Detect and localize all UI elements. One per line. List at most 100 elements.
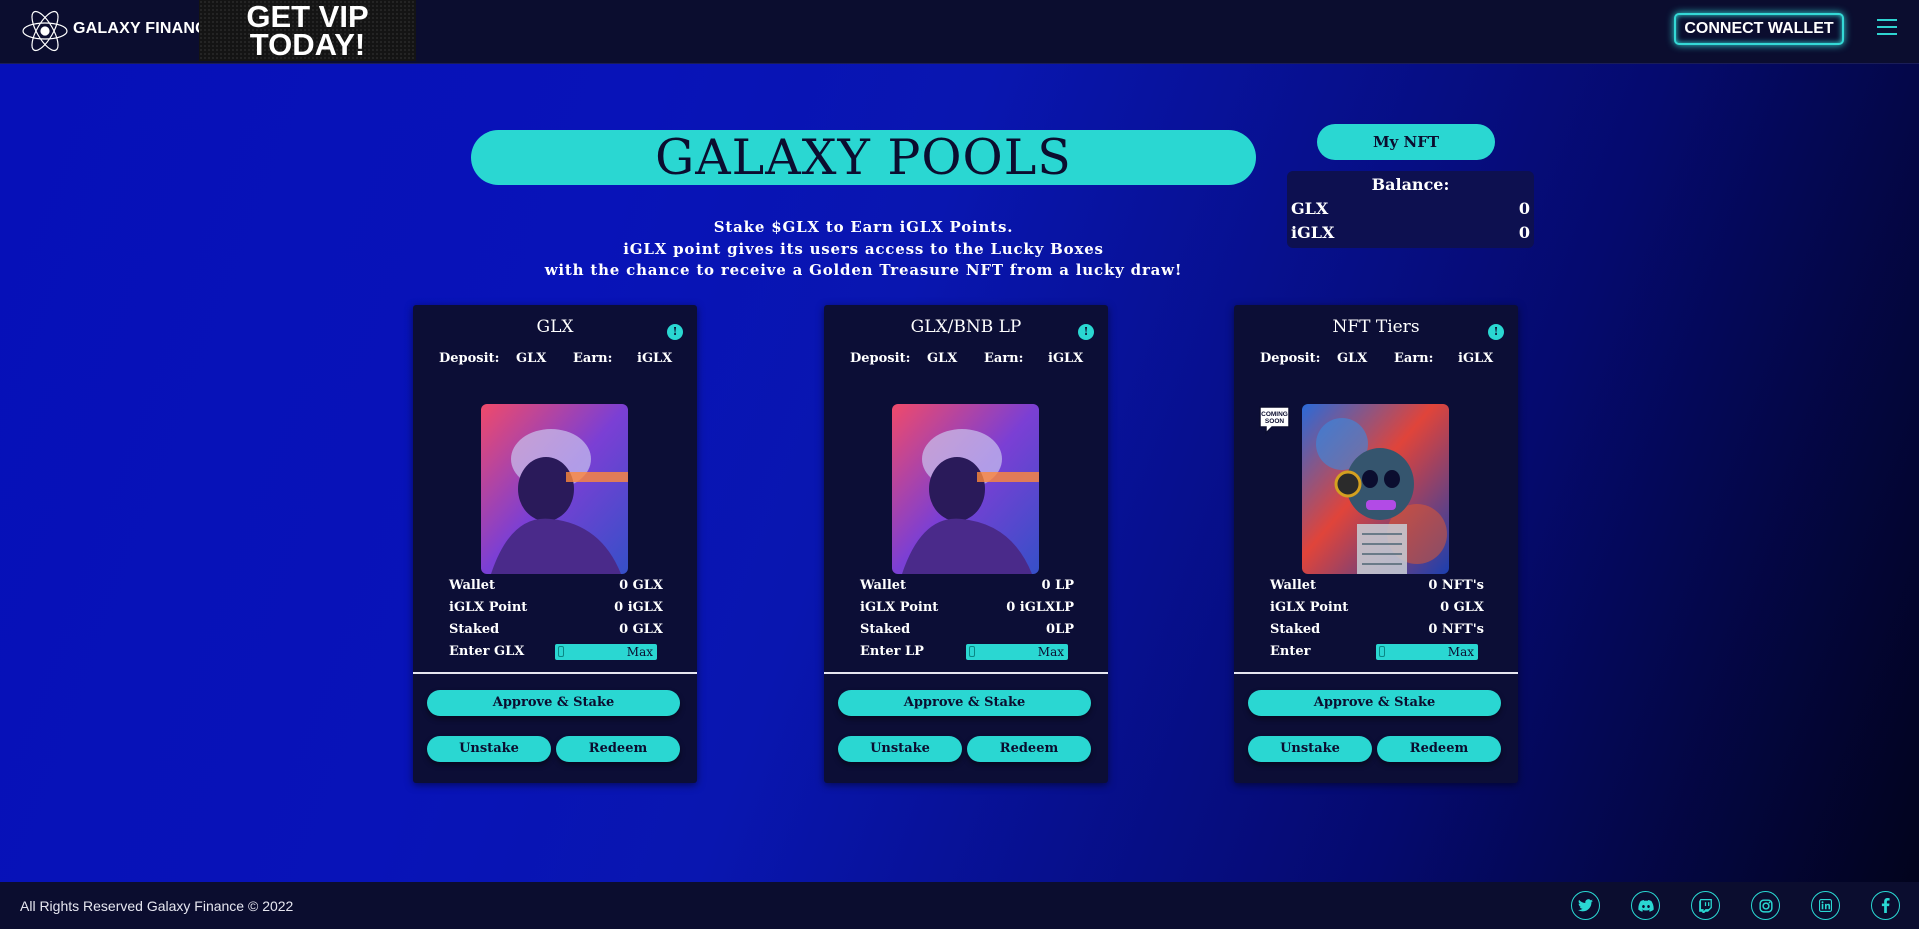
deposit-token: GLX — [927, 351, 958, 366]
connect-wallet-button[interactable]: CONNECT WALLET — [1674, 13, 1844, 45]
twitch-icon[interactable] — [1691, 891, 1720, 920]
page-title: GALAXY POOLS — [471, 130, 1256, 185]
hamburger-menu-icon[interactable] — [1877, 19, 1897, 36]
point-label: iGLX Point — [449, 600, 528, 615]
redeem-button[interactable]: Redeem — [1377, 736, 1501, 762]
pool-card-glx-bnb-lp: GLX/BNB LP ! Deposit: GLX Earn: iGLX Wal… — [824, 305, 1108, 783]
staked-row: Staked 0 GLX — [449, 619, 663, 641]
enter-label: Enter GLX — [449, 644, 525, 659]
approve-stake-button[interactable]: Approve & Stake — [838, 690, 1091, 716]
balance-row-glx: GLX 0 — [1291, 197, 1530, 221]
pool-nft-image — [892, 404, 1039, 574]
coming-soon-line-2: SOON — [1265, 418, 1284, 425]
stake-amount-input[interactable]: Max — [1376, 644, 1478, 660]
divider — [824, 672, 1108, 674]
pool-nft-image — [481, 404, 628, 574]
enter-label: Enter LP — [860, 644, 924, 659]
staked-row: Staked 0LP — [860, 619, 1074, 641]
unstake-button[interactable]: Unstake — [838, 736, 962, 762]
max-button[interactable]: Max — [1038, 644, 1064, 660]
point-label: iGLX Point — [860, 600, 939, 615]
my-nft-button[interactable]: My NFT — [1317, 124, 1495, 160]
linkedin-icon[interactable] — [1811, 891, 1840, 920]
point-value: 0 GLX — [1440, 600, 1484, 615]
twitter-icon[interactable] — [1571, 891, 1600, 920]
redeem-button[interactable]: Redeem — [967, 736, 1091, 762]
vip-line-2: TODAY! — [249, 27, 366, 62]
balance-token: GLX — [1291, 199, 1329, 218]
galaxy-logo-icon[interactable] — [20, 6, 70, 56]
wallet-row: Wallet 0 NFT's — [1270, 575, 1484, 597]
input-caret — [1379, 646, 1385, 657]
point-value: 0 iGLX — [614, 600, 663, 615]
instagram-icon[interactable] — [1751, 891, 1780, 920]
divider — [413, 672, 697, 674]
wallet-label: Wallet — [1270, 578, 1317, 593]
earn-token: iGLX — [1048, 351, 1084, 366]
point-label: iGLX Point — [1270, 600, 1349, 615]
enter-row: Enter LP Max — [860, 641, 1074, 663]
pool-title: NFT Tiers — [1332, 317, 1420, 337]
balance-value: 0 — [1518, 223, 1530, 242]
earn-label: Earn: — [1394, 351, 1434, 366]
max-button[interactable]: Max — [627, 644, 653, 660]
staked-label: Staked — [860, 622, 911, 637]
deposit-token: GLX — [1337, 351, 1368, 366]
staked-label: Staked — [449, 622, 500, 637]
staked-row: Staked 0 NFT's — [1270, 619, 1484, 641]
vip-banner[interactable]: GET VIP TODAY! — [199, 0, 416, 61]
deposit-token: GLX — [516, 351, 547, 366]
subtitle-line: Stake $GLX to Earn iGLX Points. — [713, 218, 1014, 236]
input-caret — [969, 646, 975, 657]
divider — [1234, 672, 1518, 674]
footer: All Rights Reserved Galaxy Finance © 202… — [0, 882, 1919, 929]
wallet-label: Wallet — [860, 578, 907, 593]
discord-icon[interactable] — [1631, 891, 1660, 920]
input-caret — [558, 646, 564, 657]
top-navbar: GALAXY FINANCE GET VIP TODAY! CONNECT WA… — [0, 0, 1919, 64]
info-icon[interactable]: ! — [1488, 324, 1504, 340]
earn-label: Earn: — [573, 351, 613, 366]
copyright-text: All Rights Reserved Galaxy Finance © 202… — [20, 898, 294, 914]
earn-token: iGLX — [637, 351, 673, 366]
pool-card-glx: GLX ! Deposit: GLX Earn: iGLX Wallet 0 GL… — [413, 305, 697, 783]
pool-stats: Wallet 0 GLX iGLX Point 0 iGLX Staked 0 GLX… — [449, 575, 663, 663]
unstake-button[interactable]: Unstake — [1248, 736, 1372, 762]
balance-value: 0 — [1518, 199, 1530, 218]
earn-token: iGLX — [1458, 351, 1494, 366]
max-button[interactable]: Max — [1448, 644, 1474, 660]
point-row: iGLX Point 0 iGLX — [449, 597, 663, 619]
wallet-value: 0 GLX — [619, 578, 663, 593]
facebook-icon[interactable] — [1871, 891, 1900, 920]
staked-value: 0 GLX — [619, 622, 663, 637]
deposit-label: Deposit: — [850, 351, 911, 366]
deposit-label: Deposit: — [439, 351, 500, 366]
unstake-button[interactable]: Unstake — [427, 736, 551, 762]
approve-stake-button[interactable]: Approve & Stake — [427, 690, 680, 716]
info-icon[interactable]: ! — [667, 324, 683, 340]
staked-label: Staked — [1270, 622, 1321, 637]
coming-soon-badge-icon: COMING SOON — [1259, 406, 1290, 435]
redeem-button[interactable]: Redeem — [556, 736, 680, 762]
brand-name[interactable]: GALAXY FINANCE — [73, 20, 218, 38]
point-value: 0 iGLXLP — [1006, 600, 1074, 615]
subtitle-line: with the chance to receive a Golden Trea… — [544, 261, 1183, 279]
pool-title: GLX — [536, 317, 574, 337]
point-row: iGLX Point 0 iGLXLP — [860, 597, 1074, 619]
wallet-row: Wallet 0 LP — [860, 575, 1074, 597]
wallet-label: Wallet — [449, 578, 496, 593]
balance-row-iglx: iGLX 0 — [1291, 221, 1530, 245]
stake-amount-input[interactable]: Max — [555, 644, 657, 660]
pool-stats: Wallet 0 LP iGLX Point 0 iGLXLP Staked 0LP … — [860, 575, 1074, 663]
stake-amount-input[interactable]: Max — [966, 644, 1068, 660]
info-icon[interactable]: ! — [1078, 324, 1094, 340]
pool-stats: Wallet 0 NFT's iGLX Point 0 GLX Staked 0 NF… — [1270, 575, 1484, 663]
pool-title: GLX/BNB LP — [910, 317, 1022, 337]
enter-row: Enter Max — [1270, 641, 1484, 663]
approve-stake-button[interactable]: Approve & Stake — [1248, 690, 1501, 716]
balance-token: iGLX — [1291, 223, 1335, 242]
wallet-value: 0 NFT's — [1428, 578, 1484, 593]
coming-soon-line-1: COMING — [1261, 411, 1288, 418]
point-row: iGLX Point 0 GLX — [1270, 597, 1484, 619]
pool-nft-image — [1302, 404, 1449, 574]
